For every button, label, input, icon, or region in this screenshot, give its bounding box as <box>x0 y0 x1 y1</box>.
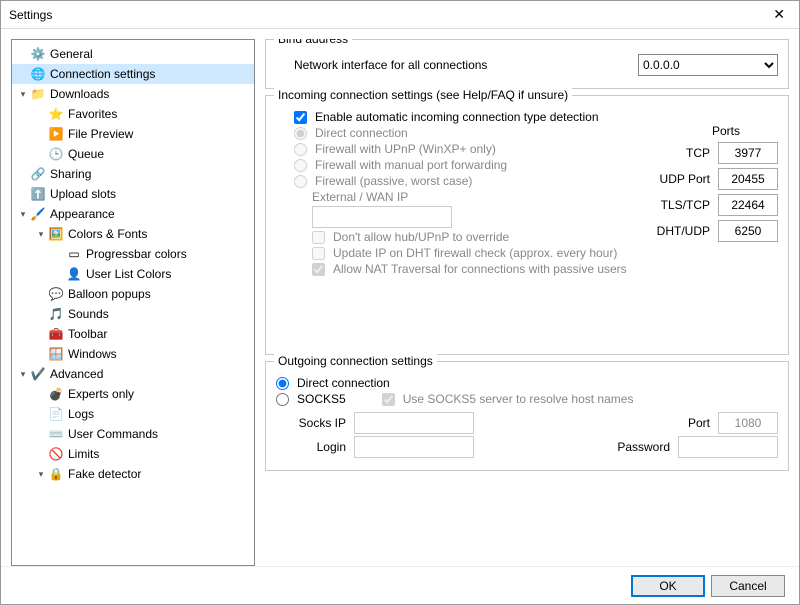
outgoing-direct-radio[interactable]: Direct connection <box>276 376 390 390</box>
tree-item-fake-detector[interactable]: ▾🔒Fake detector <box>30 464 254 484</box>
outgoing-group: Outgoing connection settings Direct conn… <box>265 361 789 471</box>
socks-password-input <box>678 436 778 458</box>
tree-item-experts-only[interactable]: 💣Experts only <box>30 384 254 404</box>
tree-item-appearance[interactable]: ▾🖌️ Appearance <box>12 204 254 224</box>
chevron-down-icon[interactable]: ▾ <box>16 89 30 100</box>
limit-icon: 🚫 <box>48 446 64 462</box>
dialog-footer: OK Cancel <box>1 566 799 604</box>
tree-item-limits[interactable]: 🚫Limits <box>30 444 254 464</box>
balloon-icon: 💬 <box>48 286 64 302</box>
outgoing-legend: Outgoing connection settings <box>274 354 437 368</box>
bind-address-group: Bind address Network interface for all c… <box>265 39 789 89</box>
bar-icon: ▭ <box>66 246 82 262</box>
udp-port-input[interactable] <box>718 168 778 190</box>
external-ip-label: External / WAN IP <box>312 190 408 204</box>
tree-item-upload-slots[interactable]: ⬆️Upload slots <box>12 184 254 204</box>
tls-port-input[interactable] <box>718 194 778 216</box>
titlebar: Settings ✕ <box>1 1 799 29</box>
enable-auto-detect-checkbox[interactable]: Enable automatic incoming connection typ… <box>294 110 599 124</box>
chevron-down-icon[interactable]: ▾ <box>34 469 48 480</box>
content-area: ▾⚙️ General ▾🌐 Connection settings ▾📁 Do… <box>1 29 799 566</box>
dht-port-input[interactable] <box>718 220 778 242</box>
socks-port-input <box>718 412 778 434</box>
tree-item-user-commands[interactable]: ⌨️User Commands <box>30 424 254 444</box>
socks-login-label: Login <box>276 440 346 454</box>
folder-icon: 📁 <box>30 86 46 102</box>
nat-traversal-checkbox: Allow NAT Traversal for connections with… <box>312 262 627 276</box>
udp-port-label: UDP Port <box>660 172 710 186</box>
tree-item-file-preview[interactable]: ▶️File Preview <box>30 124 254 144</box>
tree-item-advanced[interactable]: ▾✔️ Advanced <box>12 364 254 384</box>
window-title: Settings <box>9 8 767 22</box>
upload-icon: ⬆️ <box>30 186 46 202</box>
settings-window: Settings ✕ ▾⚙️ General ▾🌐 Connection set… <box>0 0 800 605</box>
lock-icon: 🔒 <box>48 466 64 482</box>
tree-item-downloads[interactable]: ▾📁 Downloads <box>12 84 254 104</box>
toolbar-icon: 🧰 <box>48 326 64 342</box>
incoming-legend: Incoming connection settings (see Help/F… <box>274 88 572 102</box>
socks5-resolve-checkbox: Use SOCKS5 server to resolve host names <box>382 392 634 406</box>
tree-item-progressbar-colors[interactable]: ▭Progressbar colors <box>48 244 254 264</box>
tcp-port-label: TCP <box>686 146 710 160</box>
incoming-direct-radio: Direct connection <box>294 126 408 140</box>
settings-detail-panel: Bind address Network interface for all c… <box>265 39 789 566</box>
share-icon: 🔗 <box>30 166 46 182</box>
incoming-group: Incoming connection settings (see Help/F… <box>265 95 789 355</box>
tree-item-favorites[interactable]: ⭐Favorites <box>30 104 254 124</box>
check-icon: ✔️ <box>30 366 46 382</box>
tls-port-label: TLS/TCP <box>661 198 710 212</box>
bind-address-label: Network interface for all connections <box>276 58 487 72</box>
socks-login-input <box>354 436 474 458</box>
external-ip-input <box>312 206 452 228</box>
tree-item-windows[interactable]: 🪟Windows <box>30 344 254 364</box>
gear-icon: ⚙️ <box>30 46 46 62</box>
socks-ip-input <box>354 412 474 434</box>
star-icon: ⭐ <box>48 106 64 122</box>
chevron-down-icon[interactable]: ▾ <box>16 369 30 380</box>
chevron-down-icon[interactable]: ▾ <box>34 229 48 240</box>
tcp-port-input[interactable] <box>718 142 778 164</box>
command-icon: ⌨️ <box>48 426 64 442</box>
tree-item-toolbar[interactable]: 🧰Toolbar <box>30 324 254 344</box>
picture-icon: 🖼️ <box>48 226 64 242</box>
incoming-upnp-radio: Firewall with UPnP (WinXP+ only) <box>294 142 496 156</box>
globe-icon: 🌐 <box>30 66 46 82</box>
outgoing-socks5-radio[interactable]: SOCKS5 <box>276 392 346 406</box>
clock-icon: 🕒 <box>48 146 64 162</box>
no-override-checkbox: Don't allow hub/UPnP to override <box>312 230 509 244</box>
dht-port-label: DHT/UDP <box>657 224 710 238</box>
tree-item-balloon-popups[interactable]: 💬Balloon popups <box>30 284 254 304</box>
tree-item-colors-fonts[interactable]: ▾🖼️Colors & Fonts <box>30 224 254 244</box>
tree-item-general[interactable]: ▾⚙️ General <box>12 44 254 64</box>
windows-icon: 🪟 <box>48 346 64 362</box>
cancel-button[interactable]: Cancel <box>711 575 785 597</box>
settings-tree-panel[interactable]: ▾⚙️ General ▾🌐 Connection settings ▾📁 Do… <box>11 39 255 566</box>
chevron-down-icon[interactable]: ▾ <box>16 209 30 220</box>
bind-address-select[interactable]: 0.0.0.0 <box>638 54 778 76</box>
socks-password-label: Password <box>617 440 670 454</box>
user-icon: 👤 <box>66 266 82 282</box>
tree-item-connection-settings[interactable]: ▾🌐 Connection settings <box>12 64 254 84</box>
ports-column: Ports TCP UDP Port TLS/TCP DHT/UDP <box>628 124 778 246</box>
ports-header: Ports <box>628 124 778 138</box>
update-dht-checkbox: Update IP on DHT firewall check (approx.… <box>312 246 617 260</box>
play-icon: ▶️ <box>48 126 64 142</box>
tree-item-queue[interactable]: 🕒Queue <box>30 144 254 164</box>
bomb-icon: 💣 <box>48 386 64 402</box>
socks-port-label: Port <box>688 416 710 430</box>
tree-item-logs[interactable]: 📄Logs <box>30 404 254 424</box>
incoming-manual-radio: Firewall with manual port forwarding <box>294 158 507 172</box>
tree-item-sharing[interactable]: 🔗Sharing <box>12 164 254 184</box>
note-icon: 🎵 <box>48 306 64 322</box>
socks-ip-label: Socks IP <box>276 416 346 430</box>
settings-tree: ▾⚙️ General ▾🌐 Connection settings ▾📁 Do… <box>12 44 254 484</box>
brush-icon: 🖌️ <box>30 206 46 222</box>
incoming-passive-radio: Firewall (passive, worst case) <box>294 174 472 188</box>
ok-button[interactable]: OK <box>631 575 705 597</box>
bind-address-legend: Bind address <box>274 39 352 46</box>
close-button[interactable]: ✕ <box>767 6 791 23</box>
tree-item-user-list-colors[interactable]: 👤User List Colors <box>48 264 254 284</box>
tree-item-sounds[interactable]: 🎵Sounds <box>30 304 254 324</box>
log-icon: 📄 <box>48 406 64 422</box>
